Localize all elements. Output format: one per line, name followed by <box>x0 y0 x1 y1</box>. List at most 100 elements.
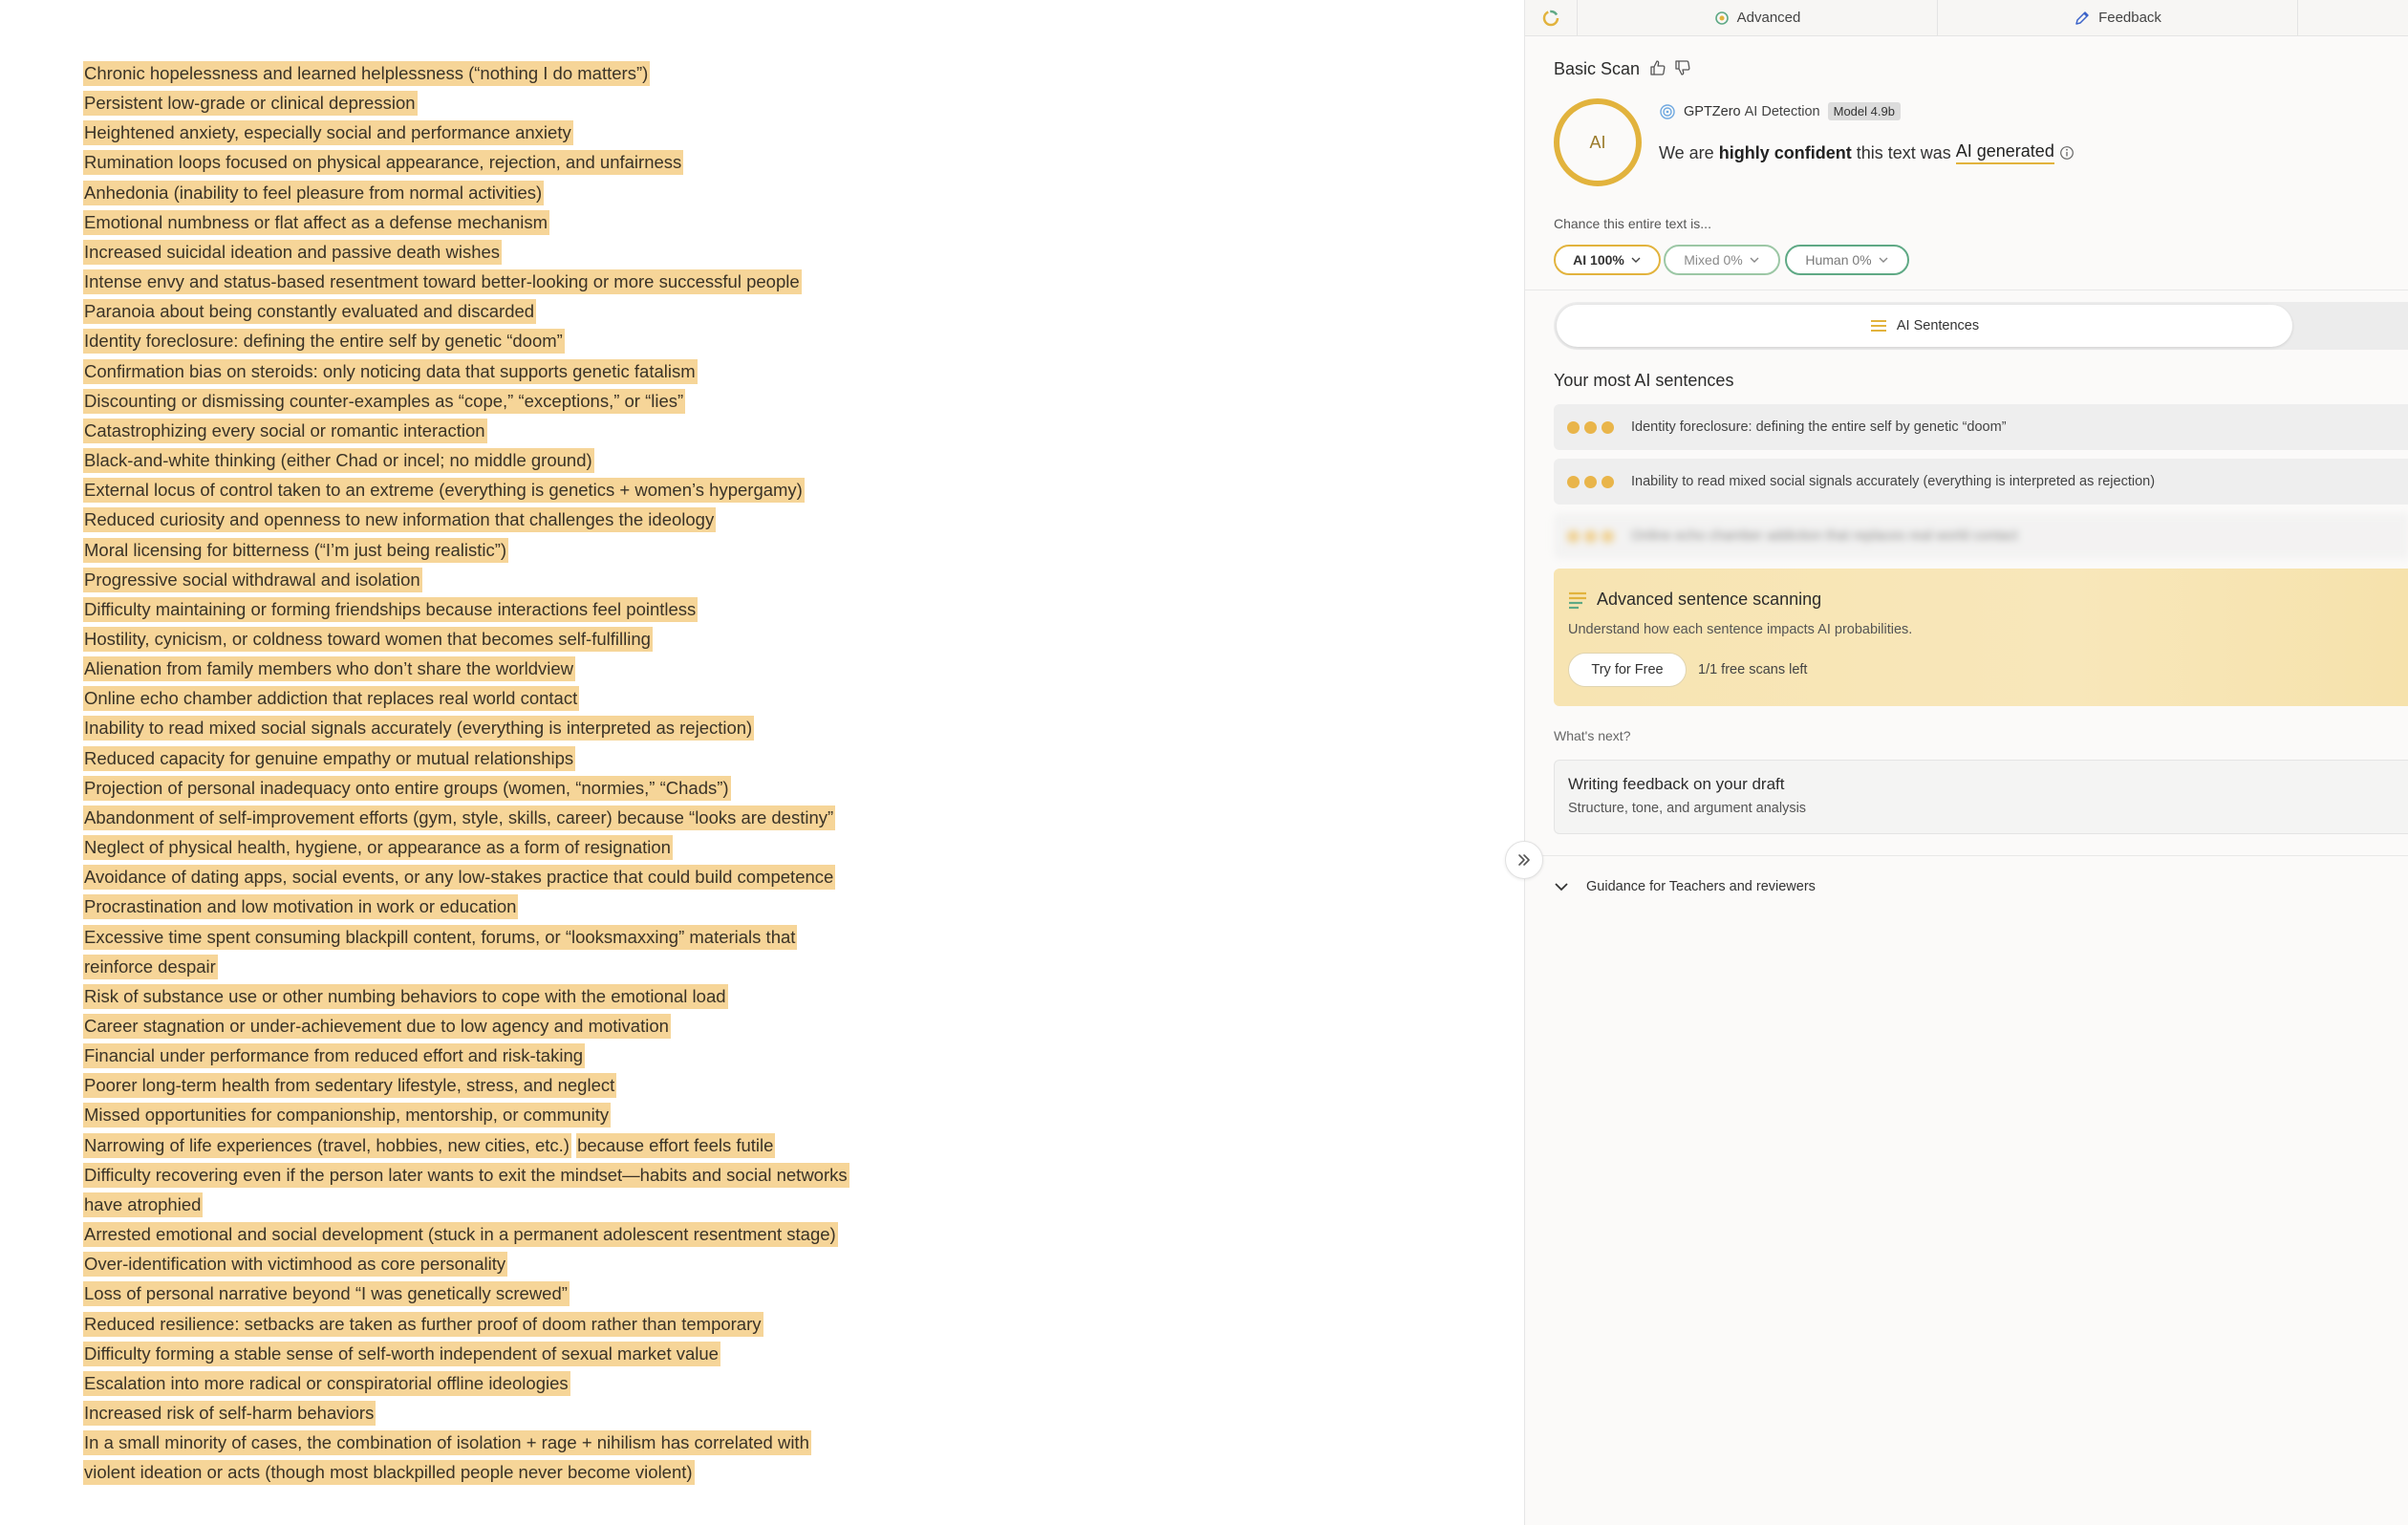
highlighted-sentence[interactable]: Increased risk of self-harm behaviors <box>83 1401 376 1427</box>
highlighted-sentence[interactable]: Alienation from family members who don’t… <box>83 656 576 682</box>
highlighted-sentence[interactable]: Catastrophizing every social or romantic… <box>83 418 487 443</box>
highlighted-sentence[interactable]: Over-identification with victimhood as c… <box>83 1252 508 1278</box>
document-line: Intense envy and status-based resentment… <box>83 267 1039 296</box>
document-text[interactable]: Chronic hopelessness and learned helples… <box>83 58 1039 1488</box>
highlighted-sentence[interactable]: Reduced curiosity and openness to new in… <box>83 507 717 533</box>
highlighted-sentence[interactable]: Online echo chamber addiction that repla… <box>83 686 580 712</box>
writing-feedback-title: Writing feedback on your draft <box>1568 775 1785 793</box>
highlighted-sentence[interactable]: Confirmation bias on steroids: only noti… <box>83 358 698 384</box>
highlighted-sentence[interactable]: Reduced capacity for genuine empathy or … <box>83 745 576 771</box>
highlighted-sentence[interactable]: Emotional numbness or flat affect as a d… <box>83 209 550 235</box>
highlighted-sentence[interactable]: Projection of personal inadequacy onto e… <box>83 775 731 801</box>
highlighted-sentence[interactable]: Financial under performance from reduced… <box>83 1043 586 1069</box>
human-probability-dropdown[interactable]: Human 0% <box>1785 245 1909 275</box>
collapse-panel-button[interactable] <box>1505 841 1543 879</box>
highlighted-sentence[interactable]: Risk of substance use or other numbing b… <box>83 983 728 1009</box>
highlighted-sentence[interactable]: Avoidance of dating apps, social events,… <box>83 865 836 891</box>
mixed-probability-dropdown[interactable]: Mixed 0% <box>1664 245 1780 275</box>
verdict-label[interactable]: AI generated <box>1955 141 2054 164</box>
document-line: reinforce despair <box>83 952 1039 981</box>
highlighted-sentence[interactable]: Escalation into more radical or conspira… <box>83 1370 570 1396</box>
highlighted-sentence[interactable]: Narrowing of life experiences (travel, h… <box>83 1132 571 1158</box>
document-line: In a small minority of cases, the combin… <box>83 1428 1039 1457</box>
highlighted-sentence[interactable]: Poorer long-term health from sedentary l… <box>83 1073 617 1099</box>
info-icon[interactable] <box>2059 145 2075 161</box>
highlighted-sentence[interactable]: Loss of personal narrative beyond “I was… <box>83 1281 570 1307</box>
highlighted-sentence[interactable]: Heightened anxiety, especially social an… <box>83 120 573 146</box>
highlighted-sentence[interactable]: reinforce despair <box>83 954 218 979</box>
guidance-label: Guidance for Teachers and reviewers <box>1586 879 1816 894</box>
guidance-accordion[interactable]: Guidance for Teachers and reviewers <box>1554 879 1816 894</box>
try-for-free-button[interactable]: Try for Free <box>1568 653 1687 687</box>
ai-score-label: AI <box>1589 132 1606 152</box>
highlighted-sentence[interactable]: Abandonment of self-improvement efforts … <box>83 805 836 830</box>
highlighted-sentence[interactable]: Paranoia about being constantly evaluate… <box>83 299 537 325</box>
ai-sentence-text: Inability to read mixed social signals a… <box>1631 474 2156 489</box>
highlighted-sentence[interactable]: External locus of control taken to an ex… <box>83 478 805 504</box>
highlighted-sentence[interactable]: Neglect of physical health, hygiene, or … <box>83 835 673 861</box>
writing-feedback-card[interactable] <box>1554 760 2408 834</box>
ai-sentence-item[interactable]: Identity foreclosure: defining the entir… <box>1554 404 2408 450</box>
highlighted-sentence[interactable]: Difficulty maintaining or forming friend… <box>83 596 699 622</box>
document-line: Financial under performance from reduced… <box>83 1041 1039 1070</box>
highlighted-sentence[interactable]: Difficulty forming a stable sense of sel… <box>83 1341 720 1366</box>
highlighted-sentence[interactable]: Moral licensing for bitterness (“I’m jus… <box>83 537 509 563</box>
chevron-down-icon <box>1555 883 1568 891</box>
tab-advanced[interactable]: Advanced <box>1578 0 1938 35</box>
highlighted-sentence[interactable]: Difficulty recovering even if the person… <box>83 1162 849 1188</box>
highlighted-sentence[interactable]: Reduced resilience: setbacks are taken a… <box>83 1311 763 1337</box>
document-line: Online echo chamber addiction that repla… <box>83 683 1039 713</box>
highlighted-sentence[interactable]: Intense envy and status-based resentment… <box>83 269 802 295</box>
document-line: Loss of personal narrative beyond “I was… <box>83 1278 1039 1308</box>
highlighted-sentence[interactable]: Inability to read mixed social signals a… <box>83 716 755 741</box>
document-line: Discounting or dismissing counter-exampl… <box>83 386 1039 416</box>
verdict-confidence: highly confident <box>1718 142 1852 162</box>
chevron-down-icon <box>1750 257 1759 263</box>
highlighted-sentence[interactable]: violent ideation or acts (though most bl… <box>83 1460 695 1486</box>
highlighted-sentence[interactable]: Increased suicidal ideation and passive … <box>83 239 503 265</box>
highlighted-sentence[interactable]: Career stagnation or under-achievement d… <box>83 1014 671 1039</box>
document-line: Escalation into more radical or conspira… <box>83 1368 1039 1398</box>
lines-icon <box>1569 591 1586 609</box>
document-line: Poorer long-term health from sedentary l… <box>83 1070 1039 1100</box>
thumbs-up-icon[interactable] <box>1649 59 1666 76</box>
document-line: Black-and-white thinking (either Chad or… <box>83 445 1039 475</box>
document-line: Emotional numbness or flat affect as a d… <box>83 207 1039 237</box>
writing-feedback-subtitle: Structure, tone, and argument analysis <box>1568 801 1807 816</box>
highlighted-sentence[interactable]: Discounting or dismissing counter-exampl… <box>83 388 686 414</box>
document-line: Neglect of physical health, hygiene, or … <box>83 832 1039 862</box>
highlighted-sentence[interactable]: Anhedonia (inability to feel pleasure fr… <box>83 180 545 205</box>
highlighted-sentence[interactable]: Excessive time spent consuming blackpill… <box>83 924 798 950</box>
ai-sentences-toggle[interactable]: AI Sentences <box>1557 305 2292 347</box>
highlighted-sentence[interactable]: Hostility, cynicism, or coldness toward … <box>83 626 653 652</box>
document-line: Difficulty maintaining or forming friend… <box>83 594 1039 624</box>
highlighted-sentence[interactable]: Rumination loops focused on physical app… <box>83 150 684 176</box>
tab-feedback[interactable]: Feedback <box>1938 0 2298 35</box>
highlighted-sentence[interactable]: In a small minority of cases, the combin… <box>83 1430 811 1456</box>
verdict-prefix: We are <box>1659 142 1714 162</box>
highlighted-sentence[interactable]: Chronic hopelessness and learned helples… <box>83 61 651 86</box>
highlighted-sentence[interactable]: Arrested emotional and social developmen… <box>83 1222 838 1248</box>
upsell-title: Advanced sentence scanning <box>1568 590 1821 610</box>
highlighted-sentence[interactable]: because effort feels futile <box>576 1132 776 1158</box>
document-line: Increased suicidal ideation and passive … <box>83 237 1039 267</box>
tab-scan[interactable] <box>1525 0 1578 35</box>
ai-probability-dropdown[interactable]: AI 100% <box>1554 245 1661 275</box>
pen-icon <box>2075 11 2089 25</box>
highlighted-sentence[interactable]: Black-and-white thinking (either Chad or… <box>83 448 594 474</box>
document-line: Over-identification with victimhood as c… <box>83 1249 1039 1278</box>
highlighted-sentence[interactable]: Identity foreclosure: defining the entir… <box>83 329 565 354</box>
document-line: Procrastination and low motivation in wo… <box>83 891 1039 921</box>
document-line: Narrowing of life experiences (travel, h… <box>83 1130 1039 1160</box>
highlighted-sentence[interactable]: Persistent low-grade or clinical depress… <box>83 91 418 117</box>
advanced-icon <box>1714 11 1729 25</box>
highlighted-sentence[interactable]: Progressive social withdrawal and isolat… <box>83 567 422 592</box>
document-pane[interactable]: Chronic hopelessness and learned helples… <box>0 0 1524 1525</box>
document-line: Difficulty recovering even if the person… <box>83 1160 1039 1190</box>
highlighted-sentence[interactable]: have atrophied <box>83 1192 204 1217</box>
detection-panel: Advanced Feedback Basic Scan AI GPTZero … <box>1524 0 2408 1525</box>
highlighted-sentence[interactable]: Procrastination and low motivation in wo… <box>83 894 519 920</box>
thumbs-down-icon[interactable] <box>1674 59 1691 76</box>
ai-sentence-item[interactable]: Inability to read mixed social signals a… <box>1554 459 2408 505</box>
highlighted-sentence[interactable]: Missed opportunities for companionship, … <box>83 1103 612 1128</box>
